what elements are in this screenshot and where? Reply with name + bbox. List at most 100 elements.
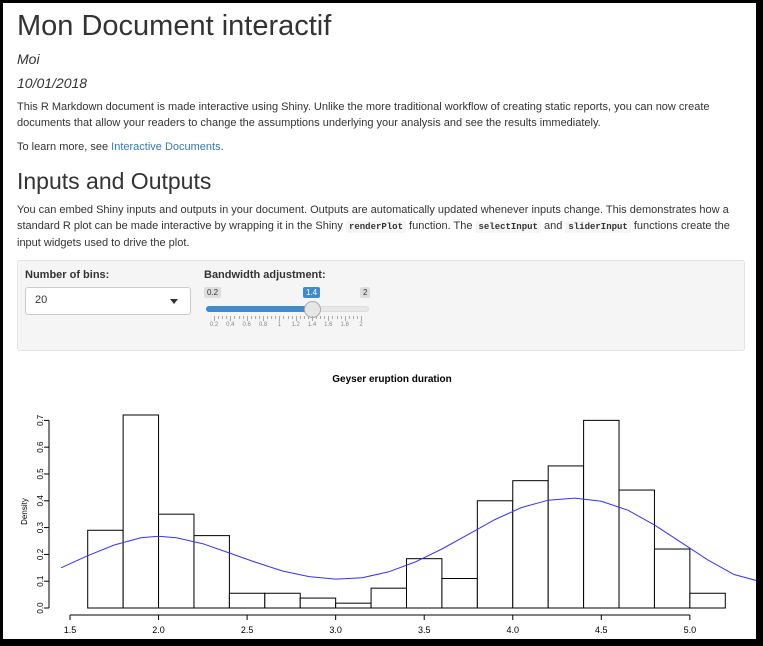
slider-minor-tick	[283, 316, 285, 319]
slider-tick	[344, 316, 346, 321]
x-tick-label: 4.5	[595, 625, 608, 635]
document-content: Mon Document interactif Moi 10/01/2018 T…	[17, 3, 745, 351]
slider-tick-label: 0.6	[242, 322, 251, 328]
chart-title: Geyser eruption duration	[332, 374, 451, 385]
slider-minor-tick	[291, 316, 293, 319]
histogram-bar	[618, 489, 655, 609]
slider-minor-tick	[226, 316, 228, 319]
slider-minor-tick	[340, 316, 342, 319]
bins-label: Number of bins:	[25, 269, 110, 281]
histogram-bar	[547, 465, 585, 609]
slider-minor-tick	[348, 316, 350, 319]
slider-minor-tick	[218, 316, 220, 319]
slider-tick	[295, 316, 297, 321]
slider-minor-tick	[242, 316, 244, 319]
histogram-bar	[264, 592, 301, 609]
slider-tick-label: 0.8	[258, 322, 268, 328]
code-renderplot: renderPlot	[345, 221, 406, 233]
histogram-bar	[653, 548, 691, 609]
y-tick-label: 0.4	[36, 495, 45, 507]
x-tick-label: 1.5	[64, 625, 77, 635]
histogram-bar	[512, 480, 549, 609]
code-selectinput: selectInput	[475, 221, 541, 233]
x-tick-label: 4.0	[507, 625, 520, 635]
bandwidth-label: Bandwidth adjustment:	[204, 269, 326, 281]
section-text-2: function. The	[405, 220, 476, 232]
y-tick-label: 0.6	[36, 441, 45, 453]
histogram-bar	[441, 578, 478, 609]
section-heading: Inputs and Outputs	[17, 168, 212, 194]
slider-max-label: 2	[360, 287, 371, 298]
page-title: Mon Document interactif	[17, 10, 332, 42]
slider-tick-label: 2	[359, 322, 363, 328]
slider-tick-label: 0.2	[209, 322, 219, 328]
histogram-bar	[689, 592, 726, 609]
x-tick-label: 2.0	[152, 625, 165, 635]
y-tick-label: 0.7	[36, 414, 45, 426]
slider-minor-tick	[238, 316, 240, 319]
bins-select-value: 20	[35, 294, 48, 306]
bins-select[interactable]: 20	[25, 287, 191, 315]
slider-minor-tick	[352, 316, 354, 319]
slider-minor-tick	[254, 316, 256, 319]
slider-tick	[230, 316, 232, 321]
histogram-bar	[583, 419, 620, 609]
x-tick-label: 5.0	[684, 625, 697, 635]
learn-more-suffix: .	[220, 141, 224, 153]
histogram-bar	[406, 558, 443, 609]
slider-minor-tick	[258, 316, 260, 319]
slider-tick-label: 1.8	[340, 322, 349, 328]
learn-more-prefix: To learn more, see	[17, 141, 112, 153]
slider-tick	[263, 316, 264, 321]
slider-tick-label: 1	[277, 322, 281, 328]
slider-tick-label: 1.6	[324, 322, 333, 328]
date: 10/01/2018	[17, 75, 88, 91]
slider-min-label: 0.2	[204, 287, 222, 298]
histogram-bar	[228, 592, 266, 609]
slider-tick	[246, 316, 248, 321]
learn-more-paragraph: To learn more, see Interactive Documents…	[17, 139, 745, 155]
slider-tick-label: 1.4	[307, 322, 317, 328]
slider-minor-tick	[234, 316, 236, 319]
slider-tick	[361, 316, 362, 321]
slider-tick	[312, 316, 313, 321]
intro-paragraph: This R Markdown document is made interac…	[17, 101, 710, 129]
slider-minor-tick	[307, 316, 309, 319]
slider-minor-tick	[320, 316, 322, 319]
y-tick-label: 0.0	[36, 602, 45, 614]
slider-minor-tick	[299, 316, 301, 319]
slider-minor-tick	[324, 316, 326, 319]
geyser-histogram-chart: Geyser eruption duration 0.0 0.1 0.2 0.3 0.4 0…	[20, 374, 756, 635]
histogram-bar	[122, 414, 160, 609]
document-window: Mon Document interactif Moi 10/01/2018 T…	[3, 3, 756, 639]
histogram-bar	[476, 500, 514, 609]
slider-tick-label: 1.2	[291, 322, 300, 328]
y-tick-label: 0.1	[36, 575, 45, 587]
x-tick-label: 3.0	[329, 625, 342, 635]
slider-minor-tick	[267, 316, 269, 319]
slider-minor-tick	[271, 316, 273, 319]
y-axis-label: Density	[20, 498, 29, 525]
inputs-panel: Number of bins: 20 Bandwidth adjustment:…	[17, 260, 745, 351]
interactive-documents-link[interactable]: Interactive Documents	[111, 141, 220, 153]
slider-tick	[328, 316, 330, 321]
slider-minor-tick	[275, 316, 277, 319]
slider-fill	[206, 306, 312, 312]
x-tick-label: 2.5	[241, 625, 254, 635]
slider-minor-tick	[316, 316, 318, 319]
slider-tick	[214, 316, 215, 321]
slider-minor-tick	[250, 316, 252, 319]
slider-tick-label: 0.4	[226, 322, 235, 328]
histogram-bar	[370, 587, 407, 609]
y-tick-label: 0.3	[36, 521, 45, 533]
code-sliderinput: sliderInput	[565, 221, 631, 233]
histogram-bar	[87, 529, 124, 609]
chevron-down-icon	[170, 299, 178, 304]
histogram-bar	[335, 602, 372, 609]
histogram-bar	[299, 597, 337, 609]
section-text-3: and	[540, 220, 566, 232]
slider-minor-tick	[303, 316, 305, 319]
histogram-bar	[158, 513, 195, 609]
section-paragraph: You can embed Shiny inputs and outputs i…	[17, 202, 745, 251]
author: Moi	[17, 51, 40, 67]
